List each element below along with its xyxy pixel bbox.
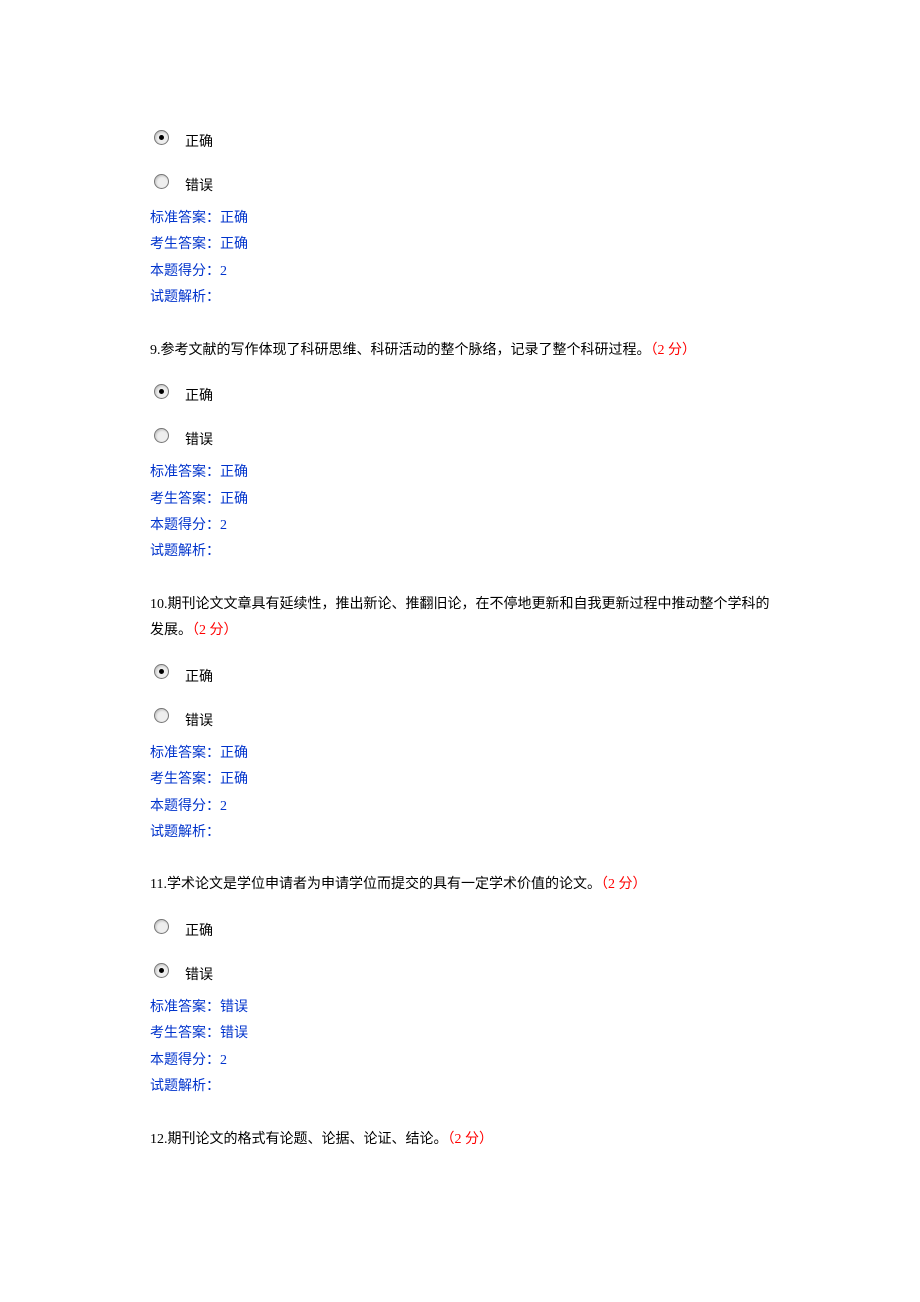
std-answer-prefix: 标准答案： (150, 1000, 220, 1015)
score-line: 本题得分：2 (150, 1050, 770, 1072)
score-prefix: 本题得分： (150, 1053, 220, 1068)
option-label-correct: 正确 (185, 131, 213, 151)
option-wrong[interactable]: 错误 (154, 953, 770, 987)
option-wrong[interactable]: 错误 (154, 164, 770, 198)
question-body: 期刊论文文章具有延续性，推出新论、推翻旧论，在不停地更新和自我更新过程中推动整个… (150, 597, 770, 639)
radio-selected-icon (154, 384, 169, 399)
user-answer-value: 正确 (220, 237, 248, 252)
user-answer-prefix: 考生答案： (150, 492, 220, 507)
option-correct[interactable]: 正确 (154, 655, 770, 689)
score-value: 2 (220, 799, 227, 814)
user-answer-prefix: 考生答案： (150, 237, 220, 252)
option-correct[interactable]: 正确 (154, 120, 770, 154)
score-line: 本题得分：2 (150, 796, 770, 818)
radio-selected-icon (154, 963, 169, 978)
standard-answer: 标准答案：正确 (150, 743, 770, 765)
std-answer-prefix: 标准答案： (150, 211, 220, 226)
question-body: 期刊论文的格式有论题、论据、论证、结论。 (168, 1132, 448, 1147)
option-label-correct: 正确 (185, 920, 213, 940)
question-number: 11. (150, 877, 167, 892)
user-answer-prefix: 考生答案： (150, 772, 220, 787)
standard-answer: 标准答案：正确 (150, 208, 770, 230)
user-answer: 考生答案：错误 (150, 1023, 770, 1045)
option-label-wrong: 错误 (185, 710, 213, 730)
question-body: 参考文献的写作体现了科研思维、科研活动的整个脉络，记录了整个科研过程。 (161, 343, 651, 358)
question-text: 12.期刊论文的格式有论题、论据、论证、结论。（2 分） (150, 1127, 770, 1154)
page-container: 正确 错误 标准答案：正确 考生答案：正确 本题得分：2 试题解析： 9.参考文… (0, 0, 920, 1241)
std-answer-prefix: 标准答案： (150, 465, 220, 480)
analysis-prefix: 试题解析： (150, 290, 220, 305)
score-prefix: 本题得分： (150, 264, 220, 279)
analysis-line: 试题解析： (150, 287, 770, 309)
question-text: 9.参考文献的写作体现了科研思维、科研活动的整个脉络，记录了整个科研过程。（2 … (150, 338, 770, 365)
question-text: 11.学术论文是学位申请者为申请学位而提交的具有一定学术价值的论文。（2 分） (150, 872, 770, 899)
score-line: 本题得分：2 (150, 261, 770, 283)
std-answer-prefix: 标准答案： (150, 746, 220, 761)
option-label-correct: 正确 (185, 385, 213, 405)
user-answer-prefix: 考生答案： (150, 1026, 220, 1041)
user-answer-value: 错误 (220, 1026, 248, 1041)
std-answer-value: 正确 (220, 465, 248, 480)
question-points: （2 分） (192, 623, 238, 638)
score-value: 2 (220, 518, 227, 533)
analysis-line: 试题解析： (150, 541, 770, 563)
question-block: 正确 错误 标准答案：正确 考生答案：正确 本题得分：2 试题解析： (150, 120, 770, 310)
standard-answer: 标准答案：错误 (150, 997, 770, 1019)
radio-selected-icon (154, 130, 169, 145)
option-label-wrong: 错误 (185, 175, 213, 195)
analysis-line: 试题解析： (150, 1076, 770, 1098)
analysis-prefix: 试题解析： (150, 825, 220, 840)
question-block: 12.期刊论文的格式有论题、论据、论证、结论。（2 分） (150, 1127, 770, 1154)
question-points: （2 分） (448, 1132, 494, 1147)
question-number: 10. (150, 597, 168, 612)
radio-unselected-icon (154, 708, 169, 723)
question-points: （2 分） (651, 343, 697, 358)
question-number: 12. (150, 1132, 168, 1147)
radio-unselected-icon (154, 428, 169, 443)
std-answer-value: 正确 (220, 211, 248, 226)
std-answer-value: 正确 (220, 746, 248, 761)
question-block: 11.学术论文是学位申请者为申请学位而提交的具有一定学术价值的论文。（2 分） … (150, 872, 770, 1098)
question-block: 9.参考文献的写作体现了科研思维、科研活动的整个脉络，记录了整个科研过程。（2 … (150, 338, 770, 564)
option-label-correct: 正确 (185, 666, 213, 686)
score-value: 2 (220, 264, 227, 279)
option-correct[interactable]: 正确 (154, 374, 770, 408)
score-line: 本题得分：2 (150, 515, 770, 537)
std-answer-value: 错误 (220, 1000, 248, 1015)
user-answer-value: 正确 (220, 772, 248, 787)
radio-unselected-icon (154, 919, 169, 934)
analysis-prefix: 试题解析： (150, 544, 220, 559)
question-text: 10.期刊论文文章具有延续性，推出新论、推翻旧论，在不停地更新和自我更新过程中推… (150, 592, 770, 645)
standard-answer: 标准答案：正确 (150, 462, 770, 484)
user-answer: 考生答案：正确 (150, 234, 770, 256)
radio-selected-icon (154, 664, 169, 679)
question-body: 学术论文是学位申请者为申请学位而提交的具有一定学术价值的论文。 (167, 877, 601, 892)
analysis-line: 试题解析： (150, 822, 770, 844)
option-wrong[interactable]: 错误 (154, 699, 770, 733)
option-correct[interactable]: 正确 (154, 909, 770, 943)
user-answer: 考生答案：正确 (150, 769, 770, 791)
score-value: 2 (220, 1053, 227, 1068)
question-points: （2 分） (601, 877, 647, 892)
question-block: 10.期刊论文文章具有延续性，推出新论、推翻旧论，在不停地更新和自我更新过程中推… (150, 592, 770, 845)
user-answer: 考生答案：正确 (150, 489, 770, 511)
question-number: 9. (150, 343, 161, 358)
score-prefix: 本题得分： (150, 799, 220, 814)
analysis-prefix: 试题解析： (150, 1079, 220, 1094)
option-wrong[interactable]: 错误 (154, 418, 770, 452)
option-label-wrong: 错误 (185, 429, 213, 449)
score-prefix: 本题得分： (150, 518, 220, 533)
radio-unselected-icon (154, 174, 169, 189)
option-label-wrong: 错误 (185, 964, 213, 984)
user-answer-value: 正确 (220, 492, 248, 507)
